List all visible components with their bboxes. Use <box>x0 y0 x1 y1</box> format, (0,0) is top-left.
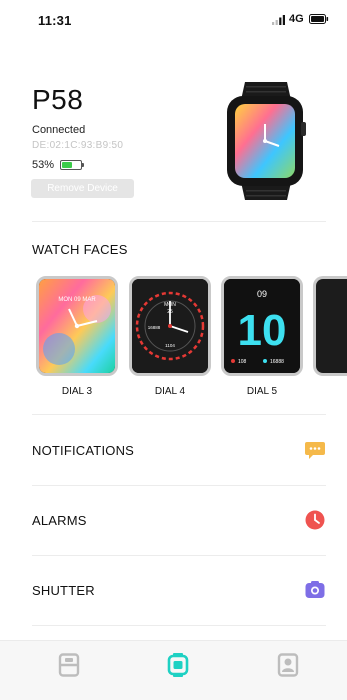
signal-icon <box>272 15 285 25</box>
shutter-row[interactable]: SHUTTER <box>32 570 326 610</box>
dial-4-artwork: MON 25 16888 1104 <box>132 279 208 373</box>
dial-5-left: 108 <box>238 359 247 365</box>
divider <box>32 221 326 222</box>
alarms-label: ALARMS <box>32 512 87 528</box>
device-name: P58 <box>32 84 84 115</box>
clock-icon <box>305 510 325 530</box>
dial-3-artwork: MON 09 MAR <box>39 279 115 373</box>
status-time: 11:31 <box>38 13 72 28</box>
camera-icon <box>305 581 325 598</box>
mac-address: DE:02:1C:93:B9:50 <box>32 140 124 151</box>
dial-5-right: 16888 <box>270 359 284 365</box>
dial-3-face: MON 09 MAR <box>36 276 118 376</box>
tab-bar <box>0 640 347 700</box>
battery-percent: 53% <box>32 159 55 171</box>
divider <box>32 625 326 626</box>
dial-5-hour: 09 <box>257 289 267 299</box>
dial-5-face: 09 10 108 16888 <box>221 276 303 376</box>
dial-4-value: 1104 <box>165 343 175 348</box>
profile-icon[interactable] <box>277 653 299 677</box>
remove-device-button[interactable]: Remove Device <box>31 179 134 198</box>
dial-4-card[interactable]: MON 25 16888 1104 <box>129 276 211 376</box>
dial-5-artwork: 09 10 108 16888 <box>224 279 300 373</box>
notifications-row[interactable]: NOTIFICATIONS <box>32 430 326 470</box>
dashboard-icon[interactable] <box>58 653 80 677</box>
battery-fill <box>62 162 72 168</box>
dial-5-minute: 10 <box>238 306 287 355</box>
dial-5-card[interactable]: 09 10 108 16888 <box>221 276 303 376</box>
connection-status: Connected <box>32 124 86 136</box>
notifications-label: NOTIFICATIONS <box>32 442 135 458</box>
dial-3-label: DIAL 3 <box>61 386 93 397</box>
dial-next-partial[interactable] <box>313 276 347 376</box>
divider <box>32 414 326 415</box>
divider <box>32 555 326 556</box>
network-type: 4G <box>289 13 304 25</box>
divider <box>32 485 326 486</box>
status-battery-icon <box>309 14 329 24</box>
dial-4-face: MON 25 16888 1104 <box>129 276 211 376</box>
shutter-label: SHUTTER <box>32 582 95 598</box>
status-bar: 11:31 4G <box>0 0 347 40</box>
battery-indicator-icon <box>60 160 85 170</box>
alarms-row[interactable]: ALARMS <box>32 500 326 540</box>
dial-3-card[interactable]: MON 09 MAR <box>36 276 118 376</box>
dial-4-steps: 16888 <box>148 325 161 330</box>
dial-5-label: DIAL 5 <box>246 386 278 397</box>
battery-row: 53% <box>32 158 85 172</box>
dial-4-label: DIAL 4 <box>154 386 186 397</box>
message-icon <box>305 442 325 459</box>
dial-3-date: MON 09 MAR <box>58 297 96 303</box>
watch-image <box>227 82 306 200</box>
watch-faces-title: WATCH FACES <box>32 242 128 257</box>
watch-icon[interactable] <box>167 653 189 677</box>
